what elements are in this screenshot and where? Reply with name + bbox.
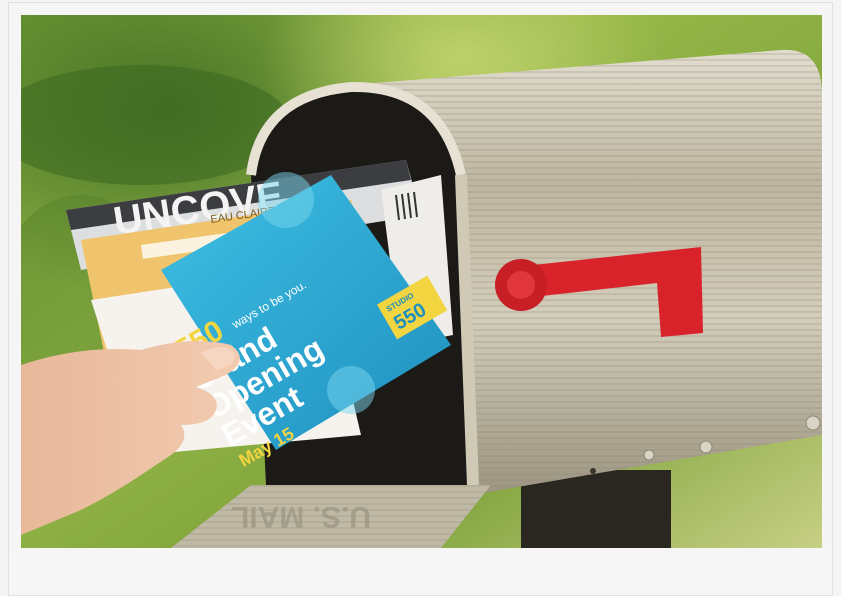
mailbox-illustration: U.S. MAIL UNCOVE EAU CLAIRE 550 ways to … [21, 15, 822, 548]
mailbox-photo: U.S. MAIL UNCOVE EAU CLAIRE 550 ways to … [21, 15, 822, 548]
svg-text:U.S. MAIL: U.S. MAIL [231, 500, 371, 533]
caption-area [9, 548, 832, 594]
